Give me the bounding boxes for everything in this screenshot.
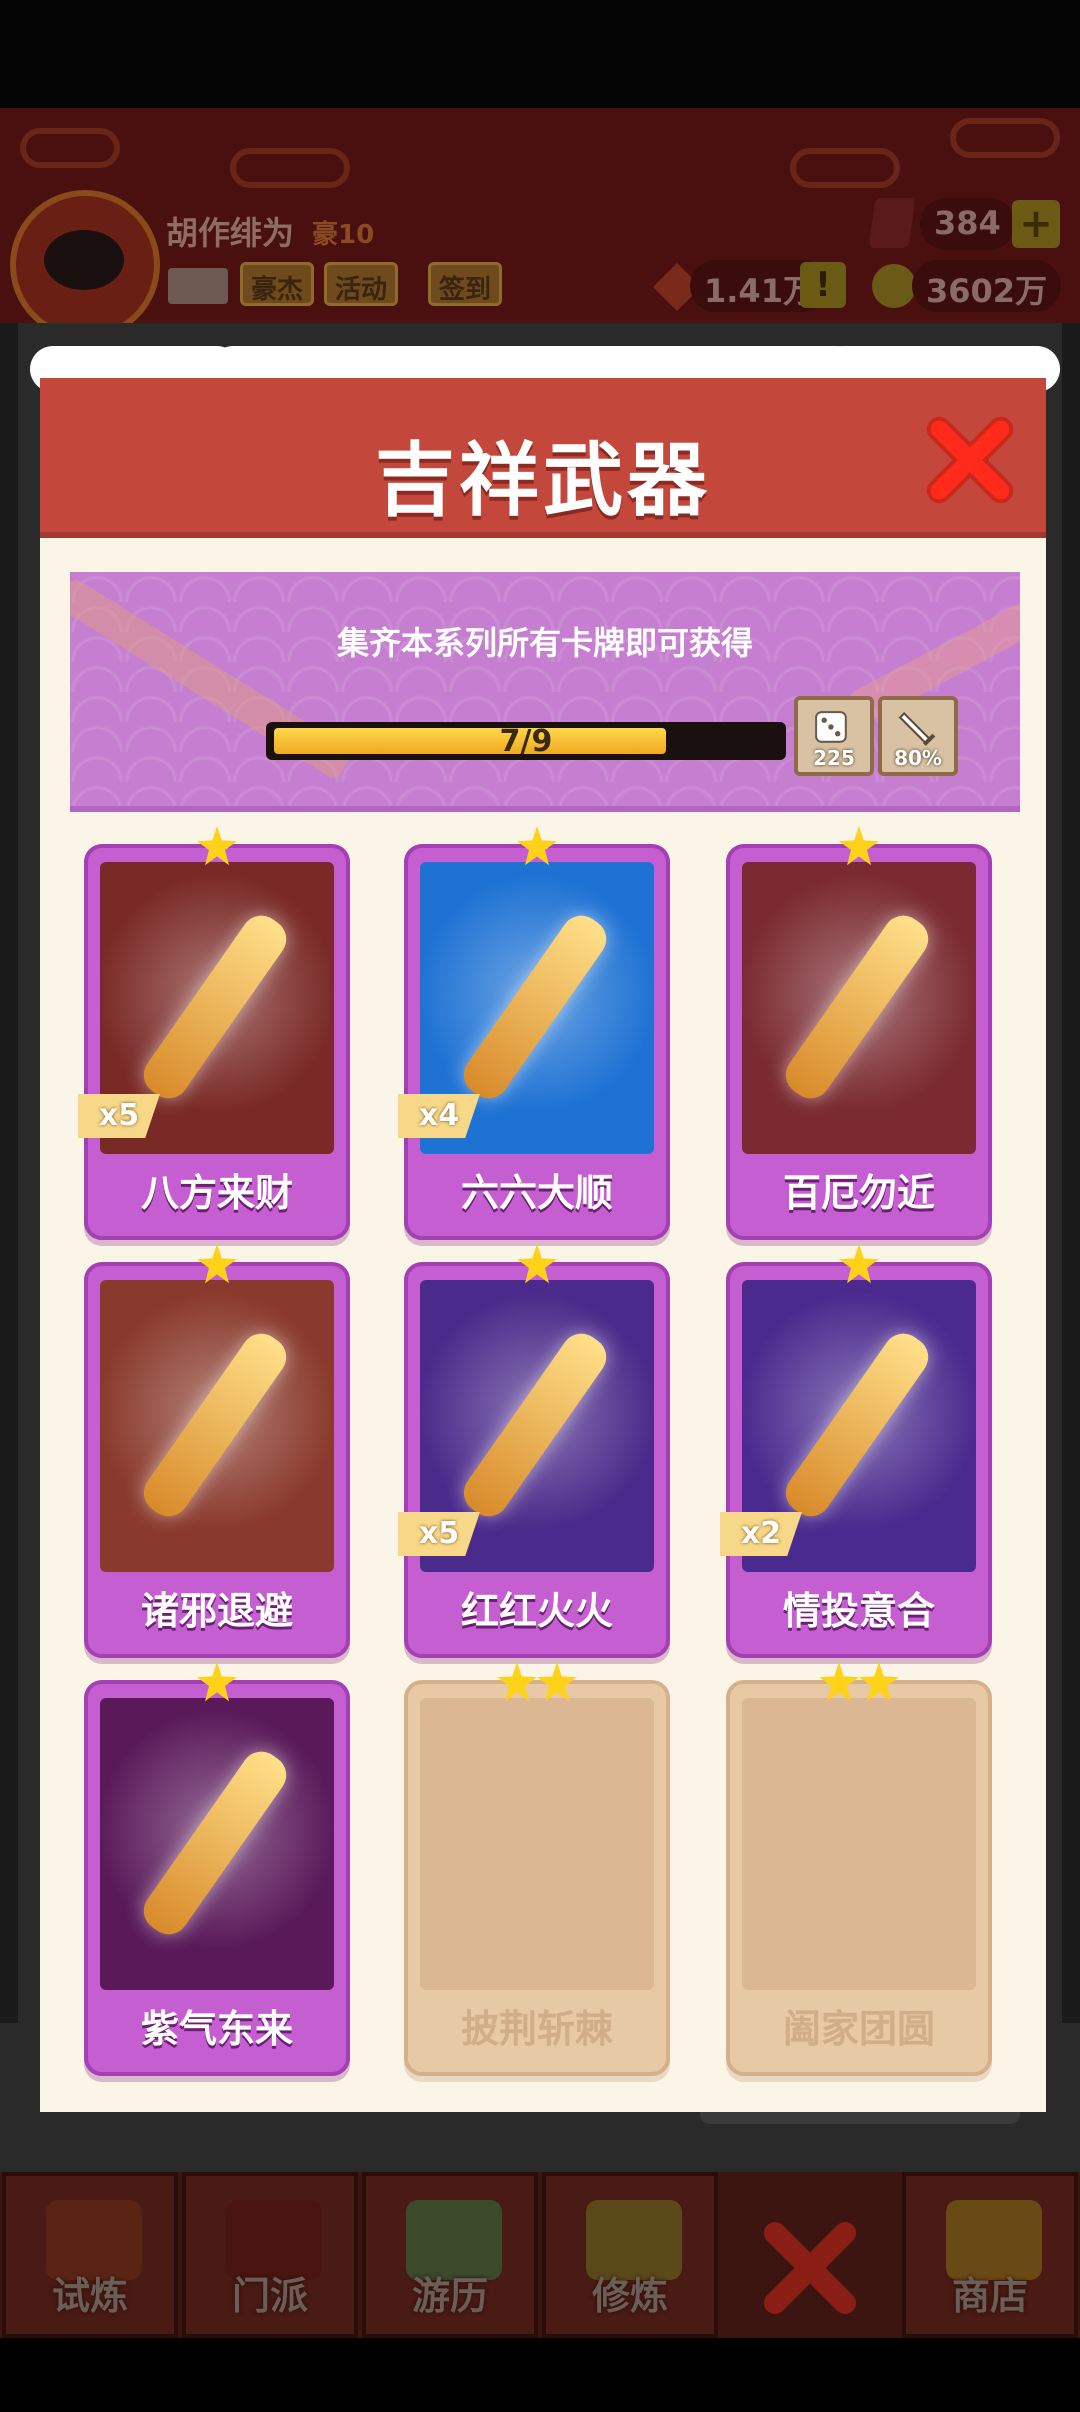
card-stars [84,1244,350,1284]
nav-sect[interactable]: 门派 [182,2172,358,2338]
weapon-card-7[interactable]: 紫气东来 [84,1662,350,2076]
star-icon [839,1244,879,1284]
weapon-icon [455,907,615,1107]
background-panel-right [1062,323,1080,2023]
star-icon [839,826,879,866]
star-icon [197,826,237,866]
weapon-card-5[interactable]: 红红火火 x5 [398,1244,670,1658]
cloud-decoration [20,128,120,168]
star-icon [517,1244,557,1284]
weapon-icon [135,1743,295,1943]
card-name: 八方来财 [140,1171,293,1215]
nav-label: 游历 [411,2274,488,2318]
close-icon[interactable] [760,2218,860,2318]
card-stars [404,1662,670,1702]
card-stars [726,1662,992,1702]
card-name: 红红火火 [460,1589,613,1633]
chip-activity[interactable]: 活动 [324,262,399,306]
weapon-icon [455,1325,615,1525]
card-name: 披荆斩棘 [460,2007,613,2051]
coin-count: 3602万 [912,260,1062,312]
card-stars [404,1244,670,1284]
nav-label: 试炼 [51,2274,128,2318]
star-icon [537,1662,577,1702]
card-stars [84,1662,350,1702]
set-bonus-banner: 集齐本系列所有卡牌即可获得 7/9 225 80% [70,572,1020,812]
weapon-card-9[interactable]: 阖家团圆 [726,1662,992,2076]
card-artwork [100,1698,334,1990]
modal-title: 吉祥武器 [375,434,711,527]
star-icon [859,1662,899,1702]
card-artwork [420,1698,654,1990]
player-rank: 豪10 [312,220,375,250]
chip-haojie[interactable]: 豪杰 [240,262,315,306]
add-gems-button[interactable]: + [1012,200,1060,248]
reward-label: 225 [813,746,855,770]
background-panel-left [0,323,18,2023]
weapon-card-8[interactable]: 披荆斩棘 [404,1662,670,2076]
weapon-card-4[interactable]: 诸邪退避 [84,1244,350,1658]
card-stars [404,826,670,866]
nav-label: 门派 [231,2274,308,2318]
star-icon [197,1244,237,1284]
weapon-collection-modal: 吉祥武器 集齐本系列所有卡牌即可获得 7/9 225 80% 八方来财 x5 六… [30,346,1060,2112]
bottom-nav: 试炼 门派 游历 修炼 商店 [0,2172,1080,2338]
banner-text: 集齐本系列所有卡牌即可获得 [336,624,753,662]
reward-dice[interactable]: 225 [794,696,874,776]
nav-trial[interactable]: 试炼 [2,2172,178,2338]
reward-sword[interactable]: 80% [878,696,958,776]
card-name: 紫气东来 [140,2007,293,2051]
player-avatar[interactable] [10,190,160,340]
card-stars [84,826,350,866]
star-icon [197,1662,237,1702]
close-icon[interactable] [922,412,1018,508]
card-name: 情投意合 [782,1589,935,1633]
header-band [40,378,1046,404]
nav-shop[interactable]: 商店 [902,2172,1078,2338]
card-stars [726,826,992,866]
collection-progress-bar: 7/9 [266,722,786,760]
card-name: 诸邪退避 [140,1589,293,1633]
star-icon [497,1662,537,1702]
nav-cultivate[interactable]: 修炼 [542,2172,718,2338]
card-stars [726,1244,992,1284]
progress-text: 7/9 [499,724,553,759]
card-name: 六六大顺 [460,1171,613,1215]
card-artwork [742,862,976,1154]
reward-label: 80% [894,746,942,770]
weapon-icon [135,907,295,1107]
alert-icon[interactable]: ! [800,262,846,308]
weapon-icon [777,907,937,1107]
status-bar [0,0,1080,108]
player-name: 胡作绯为 [166,214,295,252]
card-name: 百厄勿近 [782,1171,935,1215]
cloud-decoration [230,148,350,188]
gem-count: 384 [920,198,1015,250]
chip-checkin[interactable]: 签到 [428,262,503,306]
card-name: 阖家团圆 [782,2007,935,2051]
weapon-card-6[interactable]: 情投意合 x2 [720,1244,992,1658]
home-indicator-bar [0,2338,1080,2412]
cloud-decoration [790,148,900,188]
card-artwork [100,1280,334,1572]
mail-icon[interactable] [168,268,228,304]
nav-label: 修炼 [591,2274,668,2318]
coin-icon [872,264,916,308]
card-artwork [742,1698,976,1990]
modal-header: 吉祥武器 [30,346,1060,538]
weapon-icon [777,1325,937,1525]
weapon-card-3[interactable]: 百厄勿近 [726,826,992,1240]
weapon-icon [135,1325,295,1525]
gem-icon [868,198,916,248]
cloud-decoration [950,118,1060,158]
nav-travel[interactable]: 游历 [362,2172,538,2338]
weapon-card-1[interactable]: 八方来财 x5 [78,826,350,1240]
weapon-card-2[interactable]: 六六大顺 x4 [398,826,670,1240]
star-icon [819,1662,859,1702]
star-icon [517,826,557,866]
nav-label: 商店 [951,2274,1028,2318]
